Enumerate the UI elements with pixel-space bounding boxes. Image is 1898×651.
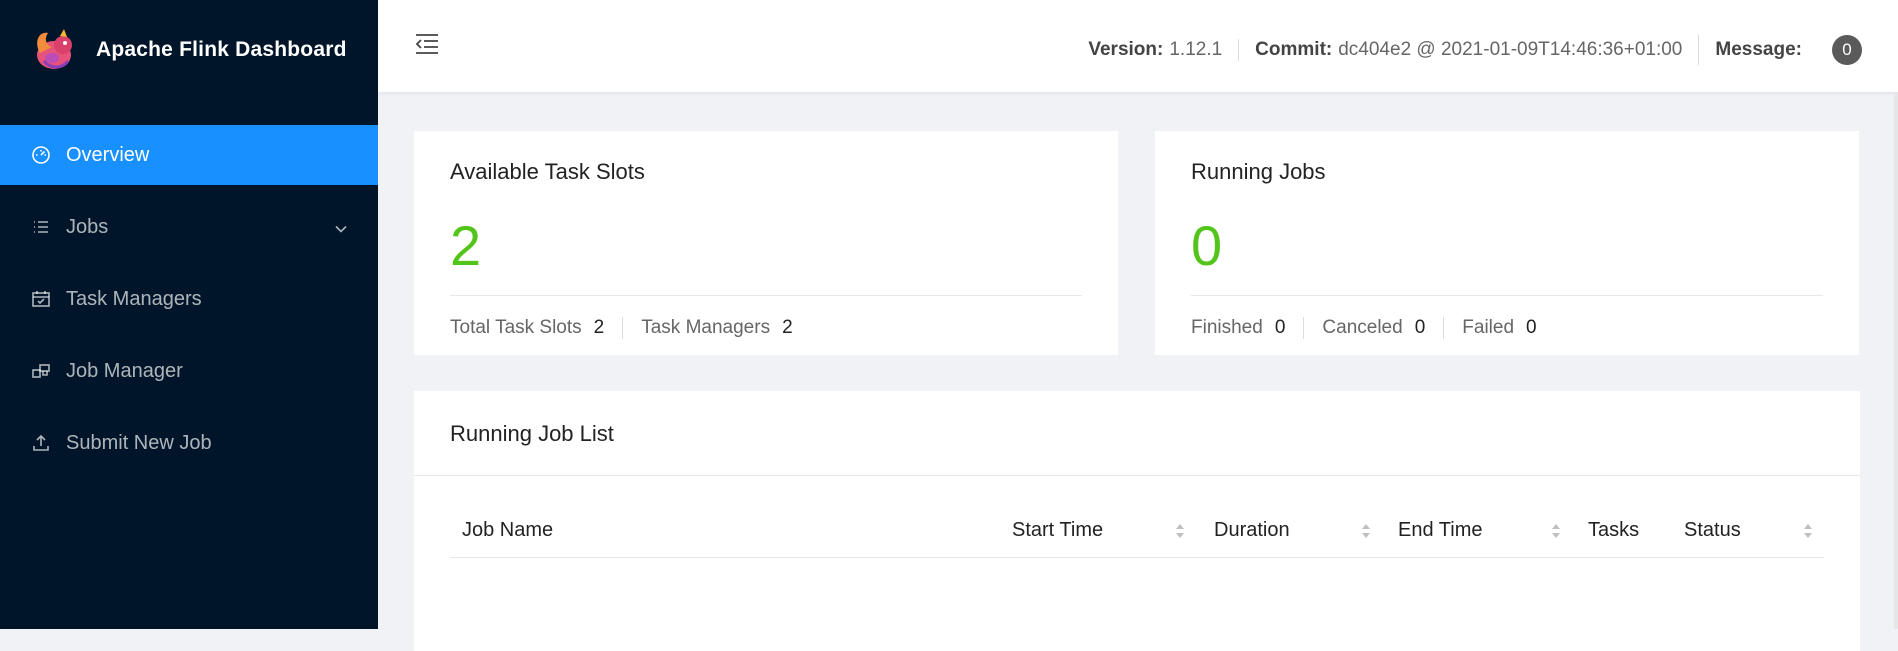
column-label: Job Name <box>462 519 554 541</box>
task-managers-label: Task Managers <box>641 317 771 338</box>
card-title: Available Task Slots <box>450 159 645 184</box>
task-managers-count: Task Managers 2 <box>622 317 810 339</box>
commit-value: dc404e2 @ 2021-01-09T14:46:36+01:00 <box>1338 39 1683 60</box>
running-jobs-card: Running Jobs 0 Finished 0 Canceled 0 Fai… <box>1155 131 1859 355</box>
finished-count: Finished 0 <box>1191 317 1303 339</box>
sidebar-item-jobs[interactable]: Jobs <box>0 197 378 257</box>
card-title: Running Job List <box>450 421 614 446</box>
running-jobs-value: 0 <box>1191 214 1223 277</box>
column-label: Status <box>1684 519 1741 541</box>
task-slots-card: Available Task Slots 2 Total Task Slots … <box>414 131 1118 355</box>
column-header-status[interactable]: Status <box>1684 519 1741 542</box>
column-label: Duration <box>1214 519 1290 541</box>
build-icon <box>30 360 52 382</box>
commit-label: Commit: <box>1255 39 1333 60</box>
divider <box>450 295 1082 296</box>
chevron-down-icon[interactable] <box>334 219 348 233</box>
message-count-badge[interactable]: 0 <box>1832 35 1862 65</box>
app-title: Apache Flink Dashboard <box>96 38 347 61</box>
divider <box>1191 295 1823 296</box>
sidebar-item-label: Task Managers <box>66 287 202 310</box>
canceled-value: 0 <box>1414 317 1426 338</box>
list-icon <box>30 216 52 238</box>
column-header-start-time[interactable]: Start Time <box>1012 519 1103 542</box>
top-header: Version: 1.12.1 Commit: dc404e2 @ 2021-0… <box>378 0 1898 92</box>
sidebar-item-task-managers[interactable]: Task Managers <box>0 269 378 329</box>
version-info: Version: 1.12.1 <box>1072 39 1238 61</box>
sidebar-item-label: Jobs <box>66 215 109 238</box>
canceled-label: Canceled <box>1322 317 1403 338</box>
sidebar-item-submit-new-job[interactable]: Submit New Job <box>0 413 378 473</box>
running-job-list-card: Running Job List Job Name Start Time Dur… <box>414 391 1860 651</box>
column-header-tasks: Tasks <box>1588 519 1639 542</box>
failed-count: Failed 0 <box>1443 317 1554 339</box>
header-info: Version: 1.12.1 Commit: dc404e2 @ 2021-0… <box>1072 0 1878 100</box>
divider <box>414 475 1860 476</box>
table-header: Job Name Start Time Duration End Time Ta… <box>450 511 1824 558</box>
brand[interactable]: Apache Flink Dashboard <box>0 0 378 100</box>
failed-label: Failed <box>1462 317 1515 338</box>
column-header-end-time[interactable]: End Time <box>1398 519 1482 542</box>
commit-info: Commit: dc404e2 @ 2021-01-09T14:46:36+01… <box>1238 39 1698 61</box>
column-label: Start Time <box>1012 519 1104 541</box>
total-task-slots-value: 2 <box>593 317 605 338</box>
total-task-slots-label: Total Task Slots <box>450 317 582 338</box>
upload-icon <box>30 432 52 454</box>
version-label: Version: <box>1088 39 1164 60</box>
finished-value: 0 <box>1274 317 1286 338</box>
message-info[interactable]: Message: 0 <box>1698 35 1878 65</box>
card-footer: Total Task Slots 2 Task Managers 2 <box>450 317 811 339</box>
sort-icon[interactable] <box>1174 521 1186 541</box>
column-header-job-name: Job Name <box>462 519 553 542</box>
available-slots-value: 2 <box>450 214 482 277</box>
card-title: Running Jobs <box>1191 159 1326 184</box>
column-header-duration[interactable]: Duration <box>1214 519 1290 542</box>
total-task-slots: Total Task Slots 2 <box>450 317 622 339</box>
sidebar-nav: Overview Jobs Task Managers Job Manager … <box>0 125 378 473</box>
sort-icon[interactable] <box>1802 521 1814 541</box>
failed-value: 0 <box>1526 317 1537 338</box>
dashboard-icon <box>30 144 52 166</box>
column-label: End Time <box>1398 519 1483 541</box>
column-label: Tasks <box>1588 519 1640 541</box>
sidebar-item-overview[interactable]: Overview <box>0 125 378 185</box>
sort-icon[interactable] <box>1550 521 1562 541</box>
version-value: 1.12.1 <box>1169 39 1223 60</box>
finished-label: Finished <box>1191 317 1263 338</box>
message-label: Message: <box>1715 39 1802 60</box>
sidebar-item-label: Overview <box>66 143 150 166</box>
menu-fold-icon[interactable] <box>414 32 440 56</box>
sidebar-item-label: Job Manager <box>66 359 183 382</box>
sort-icon[interactable] <box>1360 521 1372 541</box>
canceled-count: Canceled 0 <box>1303 317 1443 339</box>
task-managers-value: 2 <box>782 317 793 338</box>
scrollbar-track[interactable] <box>1894 92 1898 629</box>
sidebar-item-label: Submit New Job <box>66 431 212 454</box>
schedule-icon <box>30 288 52 310</box>
flink-squirrel-logo-icon <box>28 23 82 77</box>
card-footer: Finished 0 Canceled 0 Failed 0 <box>1191 317 1555 339</box>
sidebar-item-job-manager[interactable]: Job Manager <box>0 341 378 401</box>
sidebar: Apache Flink Dashboard Overview Jobs Tas… <box>0 0 378 629</box>
